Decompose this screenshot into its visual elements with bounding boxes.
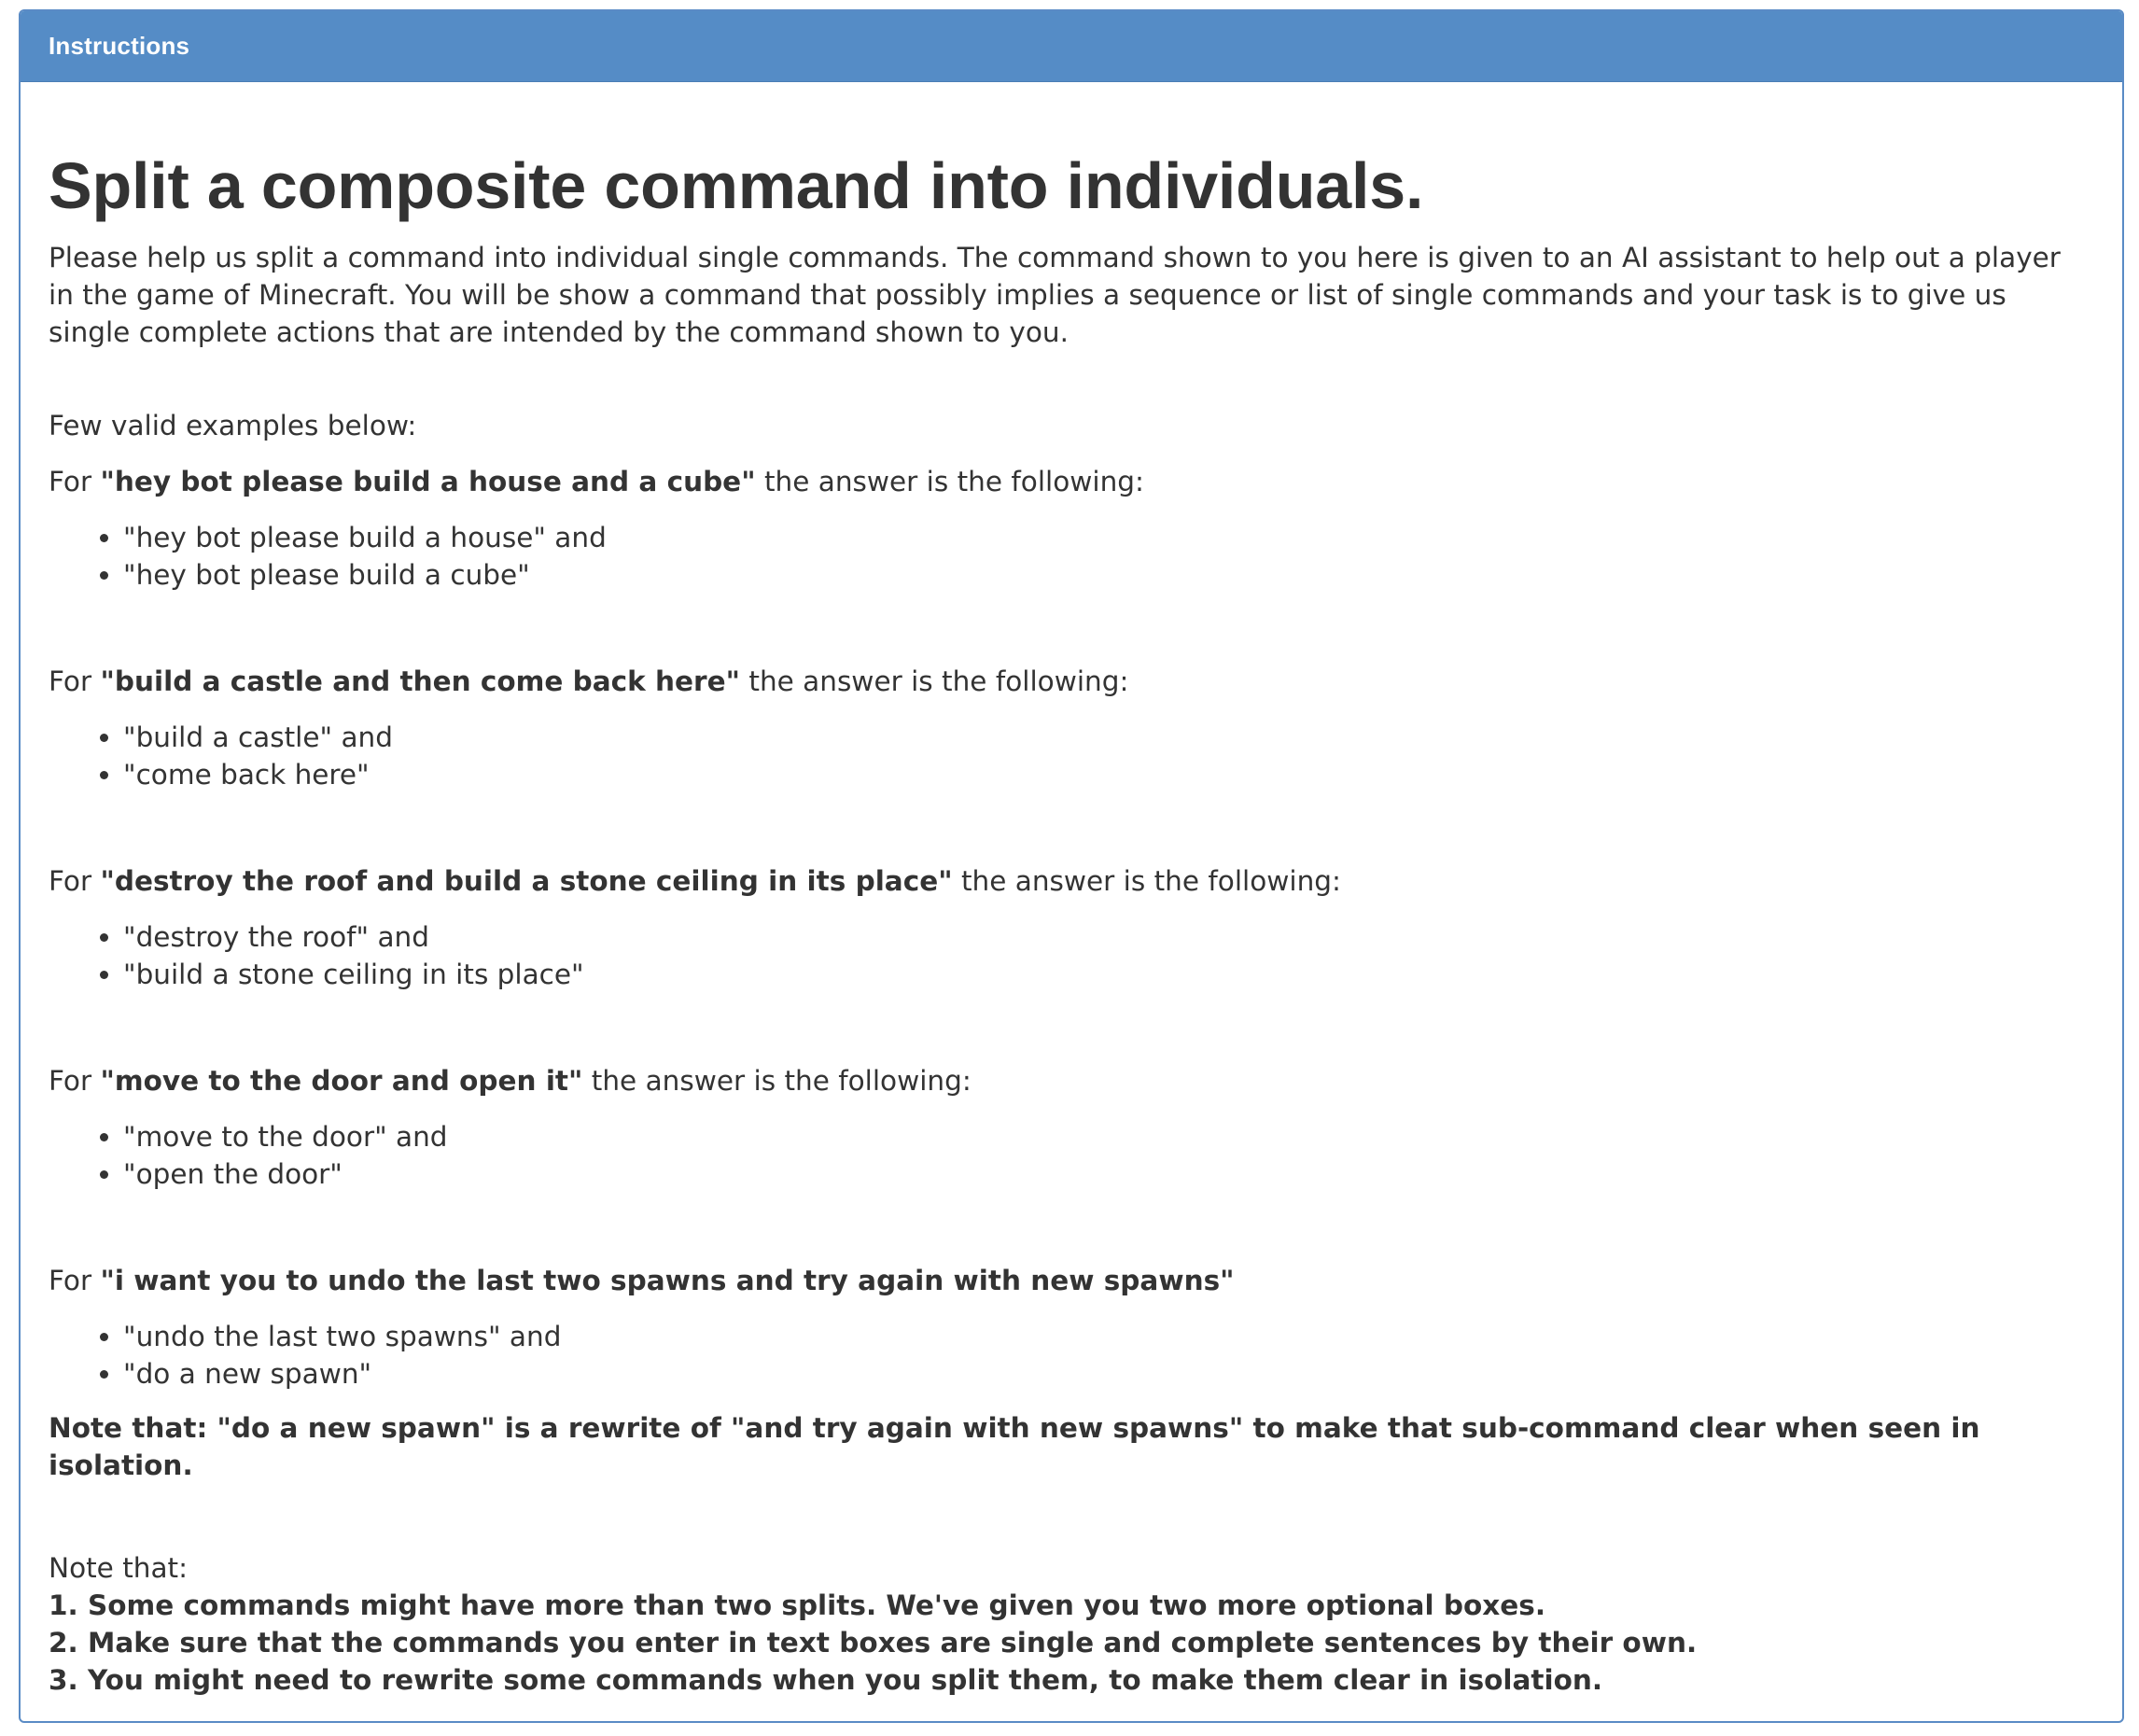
example-command: "i want you to undo the last two spawns … (100, 1265, 1235, 1296)
example-command: "build a castle and then come back here" (100, 665, 740, 697)
list-item: "build a stone ceiling in its place" (123, 956, 2094, 993)
final-note-item: 1. Some commands might have more than tw… (49, 1589, 1546, 1621)
example-note: Note that: "do a new spawn" is a rewrite… (49, 1412, 1980, 1481)
example-suffix: the answer is the following: (952, 865, 1341, 897)
example-2: For "build a castle and then come back h… (49, 663, 2094, 793)
example-lead: For "move to the door and open it" the a… (49, 1062, 2094, 1099)
instructions-panel: Instructions Split a composite command i… (19, 9, 2124, 1723)
list-item: "move to the door" and (123, 1118, 2094, 1155)
example-1: For "hey bot please build a house and a … (49, 463, 2094, 594)
example-prefix: For (49, 466, 101, 497)
list-item: "come back here" (123, 756, 2094, 793)
list-item: "undo the last two spawns" and (123, 1318, 2094, 1355)
example-prefix: For (49, 865, 101, 897)
example-lead: For "build a castle and then come back h… (49, 663, 2094, 700)
example-command: "destroy the roof and build a stone ceil… (100, 865, 953, 897)
example-answer-list: "undo the last two spawns" and "do a new… (49, 1318, 2094, 1393)
list-item: "build a castle" and (123, 719, 2094, 756)
example-prefix: For (49, 1265, 101, 1296)
example-lead: For "hey bot please build a house and a … (49, 463, 2094, 500)
final-notes-label: Note that: (49, 1552, 189, 1584)
panel-heading[interactable]: Instructions (21, 11, 2122, 82)
list-item: "hey bot please build a house" and (123, 519, 2094, 556)
example-prefix: For (49, 1065, 101, 1097)
examples-label: Few valid examples below: (49, 410, 417, 441)
example-prefix: For (49, 665, 101, 697)
example-answer-list: "build a castle" and "come back here" (49, 719, 2094, 793)
list-item: "open the door" (123, 1155, 2094, 1193)
list-item: "do a new spawn" (123, 1355, 2094, 1393)
example-answer-list: "move to the door" and "open the door" (49, 1118, 2094, 1193)
example-answer-list: "hey bot please build a house" and "hey … (49, 519, 2094, 594)
example-4: For "move to the door and open it" the a… (49, 1062, 2094, 1193)
example-3: For "destroy the roof and build a stone … (49, 862, 2094, 993)
intro-paragraph: Please help us split a command into indi… (49, 242, 2061, 348)
example-command: "move to the door and open it" (100, 1065, 583, 1097)
example-suffix: the answer is the following: (740, 665, 1129, 697)
panel-heading-title: Instructions (49, 32, 190, 60)
example-answer-list: "destroy the roof" and "build a stone ce… (49, 918, 2094, 993)
list-item: "destroy the roof" and (123, 918, 2094, 956)
example-command: "hey bot please build a house and a cube… (100, 466, 756, 497)
page-title: Split a composite command into individua… (49, 149, 1424, 222)
example-lead: For "destroy the roof and build a stone … (49, 862, 2094, 900)
final-note-item: 3. You might need to rewrite some comman… (49, 1664, 1603, 1696)
example-5: For "i want you to undo the last two spa… (49, 1262, 2094, 1393)
list-item: "hey bot please build a cube" (123, 556, 2094, 594)
example-suffix: the answer is the following: (755, 466, 1144, 497)
panel-body: Split a composite command into individua… (21, 147, 2122, 1699)
final-note-item: 2. Make sure that the commands you enter… (49, 1627, 1698, 1659)
final-notes: Note that: 1. Some commands might have m… (49, 1549, 2094, 1699)
example-lead: For "i want you to undo the last two spa… (49, 1262, 2094, 1299)
example-suffix: the answer is the following: (582, 1065, 972, 1097)
